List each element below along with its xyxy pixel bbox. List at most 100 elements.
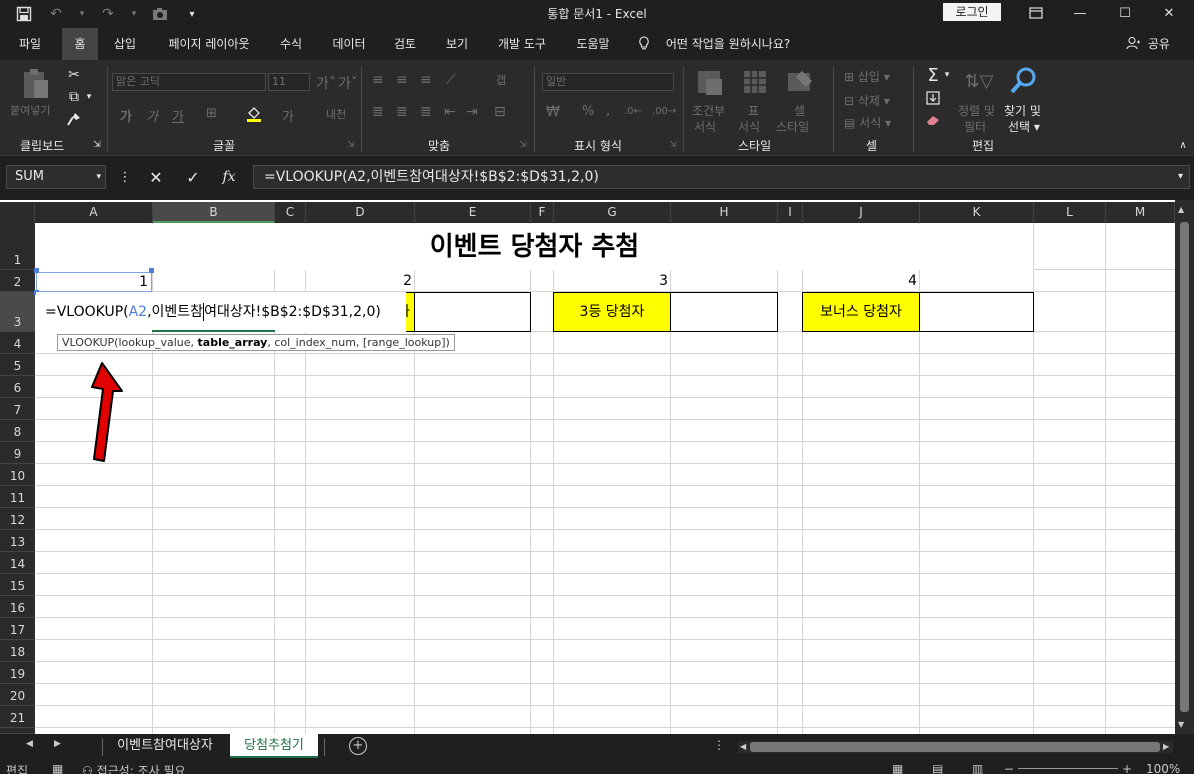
row-header-12[interactable]: 12 [0, 508, 35, 530]
login-button[interactable]: 로그인 [943, 3, 1001, 21]
zoom-in-icon[interactable]: + [1122, 762, 1132, 774]
align-left-icon[interactable]: ≣ [372, 104, 384, 120]
column-header-l[interactable]: L [1034, 202, 1106, 223]
align-bottom-icon[interactable]: ≡ [420, 72, 432, 88]
border-icon[interactable]: ⊞ [206, 106, 217, 121]
horizontal-scroll-thumb[interactable] [750, 742, 1160, 752]
column-header-c[interactable]: C [275, 202, 306, 223]
align-middle-icon[interactable]: ≡ [396, 72, 408, 88]
cell-d2[interactable]: 2 [306, 272, 412, 292]
paste-icon[interactable] [16, 66, 56, 102]
scroll-right-icon[interactable]: ▶ [1163, 742, 1169, 751]
sheet-title-cell[interactable]: 이벤트 당첨자 추첨 [36, 224, 1033, 270]
column-header-i[interactable]: I [778, 202, 803, 223]
sheet-tab-draw[interactable]: 당첨추첨기 [230, 734, 318, 758]
font-name-box[interactable]: 맑은 고딕 [112, 73, 266, 91]
cell-k3[interactable] [919, 292, 1034, 332]
font-color-icon[interactable]: 가 [282, 106, 294, 125]
tab-page-layout[interactable]: 페이지 레이아웃 [156, 28, 262, 60]
row-header-4[interactable]: 4 [0, 332, 35, 354]
tab-formulas[interactable]: 수식 [270, 28, 312, 60]
close-icon[interactable]: ✕ [1146, 2, 1192, 24]
sort-filter-icon[interactable]: ⇅▽ [962, 66, 996, 96]
column-header-a[interactable]: A [35, 202, 153, 223]
column-header-d[interactable]: D [306, 202, 415, 223]
normal-view-icon[interactable]: ▦ [892, 762, 903, 774]
column-header-e[interactable]: E [415, 202, 531, 223]
increase-font-icon[interactable]: 가ˆ [316, 73, 336, 93]
underline-icon[interactable]: 가 [172, 106, 184, 125]
enter-formula-icon[interactable]: ✓ [180, 165, 206, 189]
decrease-indent-icon[interactable]: ⇤ [444, 104, 456, 120]
cell-styles-icon[interactable] [784, 68, 816, 98]
comma-icon[interactable]: , [606, 104, 610, 119]
tab-file[interactable]: 파일 [6, 28, 54, 60]
wrap-text-icon[interactable]: 갭 [496, 72, 506, 88]
cell-bonus-winner-label[interactable]: 보너스 당첨자 [802, 292, 920, 332]
row-header-20[interactable]: 20 [0, 684, 35, 706]
format-table-icon[interactable] [740, 68, 772, 98]
decrease-font-icon[interactable]: 가ˇ [338, 73, 358, 93]
select-all-corner[interactable] [0, 202, 35, 223]
name-box[interactable]: SUM ▾ [6, 165, 106, 189]
accessibility-status[interactable]: ⚇ 접근성: 조사 필요 [82, 762, 186, 774]
autosum-dropdown-icon[interactable]: ▾ [942, 66, 952, 84]
row-header-19[interactable]: 19 [0, 662, 35, 684]
row-header-16[interactable]: 16 [0, 596, 35, 618]
zoom-out-icon[interactable]: − [1004, 762, 1014, 774]
row-header-14[interactable]: 14 [0, 552, 35, 574]
worksheet-grid[interactable]: A B C D E F G H I J K L M 1 2 3 4 5 6 7 … [0, 200, 1194, 734]
row-header-13[interactable]: 13 [0, 530, 35, 552]
delete-cells-button[interactable]: ⊟ 삭제 ▾ [844, 92, 890, 109]
tab-insert[interactable]: 삽입 [104, 28, 146, 60]
cut-icon[interactable]: ✂ [64, 66, 84, 84]
insert-cells-button[interactable]: ⊞ 삽입 ▾ [844, 68, 890, 85]
row-header-17[interactable]: 17 [0, 618, 35, 640]
percent-icon[interactable]: % [582, 104, 594, 119]
row-header-5[interactable]: 5 [0, 354, 35, 376]
row-header-6[interactable]: 6 [0, 376, 35, 398]
phonetic-icon[interactable]: 내천 [326, 106, 346, 122]
column-header-h[interactable]: H [671, 202, 778, 223]
row-header-9[interactable]: 9 [0, 442, 35, 464]
format-cells-button[interactable]: ▤ 서식 ▾ [844, 114, 891, 131]
tab-help[interactable]: 도움말 [566, 28, 620, 60]
column-header-j[interactable]: J [803, 202, 920, 223]
scroll-left-icon[interactable]: ◀ [740, 742, 746, 751]
tab-splitter-icon[interactable]: ⋮ [713, 738, 725, 752]
formula-input[interactable]: =VLOOKUP(A2,이벤트참여대상자!$B$2:$D$31,2,0) ▾ [253, 165, 1190, 189]
row-header-11[interactable]: 11 [0, 486, 35, 508]
cell-a2-handle[interactable] [149, 268, 154, 273]
cell-e3[interactable] [414, 292, 531, 332]
increase-indent-icon[interactable]: ⇥ [466, 104, 478, 120]
ribbon-display-options-icon[interactable] [1013, 2, 1059, 24]
find-select-icon[interactable] [1006, 64, 1040, 98]
align-center-icon[interactable]: ≣ [396, 104, 408, 120]
add-sheet-icon[interactable]: + [349, 737, 367, 755]
page-layout-view-icon[interactable]: ▤ [932, 762, 943, 774]
tab-developer[interactable]: 개발 도구 [488, 28, 556, 60]
row-header-21[interactable]: 21 [0, 706, 35, 728]
row-header-3[interactable]: 3 [0, 292, 35, 332]
clear-icon[interactable] [922, 110, 944, 130]
prev-sheet-icon[interactable]: ◀ [26, 739, 33, 749]
cell-3rd-winner-label[interactable]: 3등 당첨자 [553, 292, 671, 332]
tab-home[interactable]: 홈 [62, 28, 98, 60]
fill-color-icon[interactable] [244, 104, 264, 124]
align-top-icon[interactable]: ≡ [372, 72, 384, 88]
copy-dropdown-icon[interactable]: ▾ [84, 88, 94, 106]
share-button[interactable]: 공유 [1126, 28, 1170, 60]
row-header-2[interactable]: 2 [0, 270, 35, 292]
merge-center-icon[interactable]: ⊟ [494, 104, 506, 120]
tab-data[interactable]: 데이터 [322, 28, 376, 60]
decrease-decimal-icon[interactable]: .00→ [652, 106, 676, 117]
format-painter-icon[interactable] [64, 110, 84, 128]
tab-review[interactable]: 검토 [384, 28, 426, 60]
accounting-format-icon[interactable]: ₩ [546, 104, 560, 120]
align-right-icon[interactable]: ≣ [420, 104, 432, 120]
zoom-level[interactable]: 100% [1146, 762, 1180, 774]
row-header-15[interactable]: 15 [0, 574, 35, 596]
clipboard-launcher-icon[interactable]: ⇲ [92, 139, 102, 151]
column-header-g[interactable]: G [554, 202, 671, 223]
expand-formula-icon[interactable]: ▾ [1178, 166, 1183, 188]
